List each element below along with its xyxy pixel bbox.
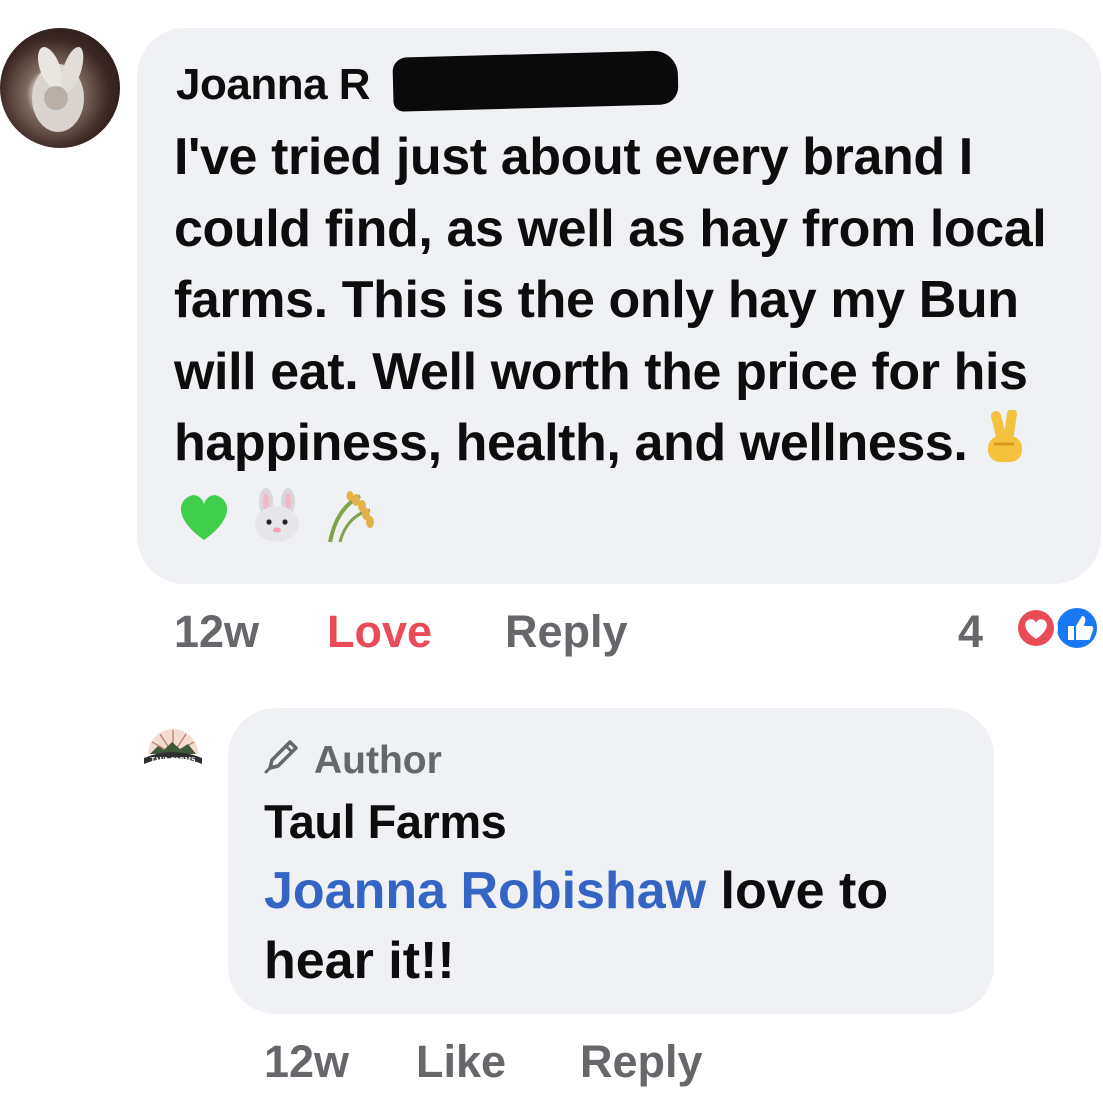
like-button[interactable]: Like — [416, 1036, 506, 1088]
victory-hand-icon — [982, 409, 1032, 486]
commenter-avatar[interactable] — [0, 28, 120, 148]
redaction-scribble — [392, 50, 679, 112]
green-heart-icon — [174, 488, 234, 564]
mention-link[interactable]: Joanna Robishaw — [264, 862, 706, 920]
author-badge-label: Author — [314, 739, 442, 782]
reply-text: Joanna Robishaw love to hear it!! — [264, 862, 889, 990]
reply-to-reply-button[interactable]: Reply — [580, 1036, 703, 1088]
rabbit-face-icon — [248, 487, 306, 564]
love-reaction-button[interactable]: Love — [327, 606, 432, 658]
reply-button[interactable]: Reply — [505, 606, 628, 658]
rice-stalk-icon — [320, 488, 378, 564]
taul-farms-logo-icon: TAUL FARMS — [144, 729, 202, 764]
svg-text:TAUL FARMS: TAUL FARMS — [151, 757, 196, 764]
reaction-summary[interactable] — [1008, 604, 1103, 654]
page-avatar[interactable]: TAUL FARMS — [142, 714, 204, 776]
reaction-count[interactable]: 4 — [958, 606, 983, 658]
reply-timestamp[interactable]: 12w — [264, 1036, 349, 1088]
comment-text: I've tried just about every brand I coul… — [174, 122, 1084, 563]
reply-author-name[interactable]: Taul Farms — [264, 794, 507, 849]
avatar-photo — [32, 47, 84, 132]
author-badge: Author — [262, 736, 442, 786]
pencil-icon — [262, 736, 302, 786]
comment-timestamp[interactable]: 12w — [174, 606, 259, 658]
